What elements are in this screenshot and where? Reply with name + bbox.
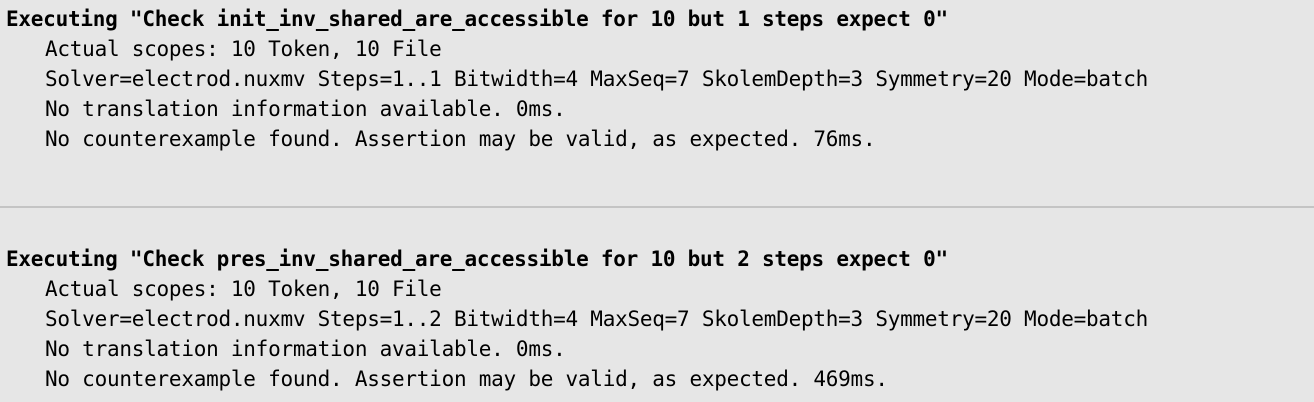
solver-line: Solver=electrod.nuxmv Steps=1..1 Bitwidt… (45, 67, 1148, 91)
result-line: No counterexample found. Assertion may b… (45, 127, 876, 151)
solver-line: Solver=electrod.nuxmv Steps=1..2 Bitwidt… (45, 307, 1148, 331)
output-console: Executing "Check init_inv_shared_are_acc… (0, 0, 1314, 402)
command-output-block: Executing "Check pres_inv_shared_are_acc… (0, 244, 1314, 394)
scopes-line: Actual scopes: 10 Token, 10 File (45, 37, 442, 61)
output-separator (0, 206, 1314, 208)
command-heading: Executing "Check init_inv_shared_are_acc… (6, 7, 948, 31)
translation-line: No translation information available. 0m… (45, 337, 566, 361)
scopes-line: Actual scopes: 10 Token, 10 File (45, 277, 442, 301)
command-output-block: Executing "Check init_inv_shared_are_acc… (0, 4, 1314, 154)
translation-line: No translation information available. 0m… (45, 97, 566, 121)
result-line: No counterexample found. Assertion may b… (45, 367, 888, 391)
command-heading: Executing "Check pres_inv_shared_are_acc… (6, 247, 948, 271)
